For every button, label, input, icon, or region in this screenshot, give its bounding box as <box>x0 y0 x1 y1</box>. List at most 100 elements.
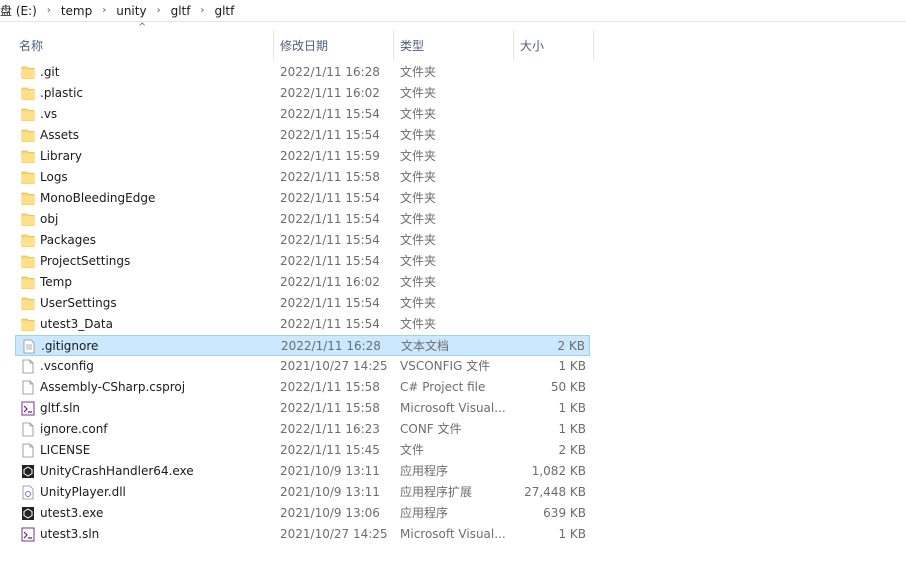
file-name: gltf.sln <box>40 401 81 415</box>
column-divider[interactable] <box>273 30 274 60</box>
file-row[interactable]: utest3.exe 2021/10/9 13:06 应用程序 639 KB <box>15 503 590 524</box>
file-date-modified: 2021/10/9 13:11 <box>280 464 380 478</box>
file-type: Microsoft Visual... <box>400 401 506 415</box>
file-type: 文件夹 <box>400 233 437 247</box>
breadcrumb-item[interactable]: unity <box>112 4 150 18</box>
file-row[interactable]: .git 2022/1/11 16:28 文件夹 <box>15 62 590 83</box>
folder-icon <box>21 233 35 248</box>
file-type: 文件夹 <box>400 296 437 310</box>
file-row[interactable]: ignore.conf 2022/1/11 16:23 CONF 文件 1 KB <box>15 419 590 440</box>
file-name: Library <box>40 149 82 163</box>
file-row[interactable]: Logs 2022/1/11 15:58 文件夹 <box>15 167 590 188</box>
file-icon <box>21 380 35 395</box>
file-date-modified: 2022/1/11 16:28 <box>280 65 380 79</box>
file-name: utest3.sln <box>40 527 100 541</box>
column-header-date[interactable]: 修改日期 <box>280 30 390 60</box>
file-row[interactable]: .vs 2022/1/11 15:54 文件夹 <box>15 104 590 125</box>
breadcrumb-item[interactable]: gltf <box>210 4 238 18</box>
file-type: 文件夹 <box>400 212 437 226</box>
file-date-modified: 2021/10/9 13:06 <box>280 506 380 520</box>
file-type: 文件夹 <box>400 317 437 331</box>
file-size: 2 KB <box>558 443 586 457</box>
file-date-modified: 2022/1/11 15:54 <box>280 212 380 226</box>
breadcrumb-item[interactable]: 盘 (E:) <box>0 2 41 19</box>
file-date-modified: 2022/1/11 16:28 <box>281 339 381 353</box>
file-row[interactable]: Assembly-CSharp.csproj 2022/1/11 15:58 C# … <box>15 377 590 398</box>
file-size: 2 KB <box>557 339 585 353</box>
chevron-right-icon[interactable]: › <box>41 5 57 16</box>
file-name: obj <box>40 212 59 226</box>
file-type: 文件夹 <box>400 275 437 289</box>
breadcrumb-item[interactable]: temp <box>57 4 96 18</box>
chevron-right-icon[interactable]: › <box>96 5 112 16</box>
chevron-right-icon[interactable]: › <box>151 5 167 16</box>
file-name: ignore.conf <box>40 422 108 436</box>
column-header-type[interactable]: 类型 <box>400 30 510 60</box>
column-header-size[interactable]: 大小 <box>520 30 590 60</box>
breadcrumb: 盘 (E:) › temp › unity › gltf › gltf <box>0 0 906 22</box>
file-type: 文本文档 <box>401 339 450 353</box>
file-size: 1 KB <box>558 422 586 436</box>
file-row[interactable]: Assets 2022/1/11 15:54 文件夹 <box>15 125 590 146</box>
column-header-date-label: 修改日期 <box>280 38 329 53</box>
file-row[interactable]: .plastic 2022/1/11 16:02 文件夹 <box>15 83 590 104</box>
file-row[interactable]: Packages 2022/1/11 15:54 文件夹 <box>15 230 590 251</box>
column-divider[interactable] <box>513 30 514 60</box>
folder-icon <box>21 296 35 311</box>
file-size: 27,448 KB <box>524 485 586 499</box>
file-row[interactable]: Library 2022/1/11 15:59 文件夹 <box>15 146 590 167</box>
file-date-modified: 2022/1/11 15:54 <box>280 128 380 142</box>
file-row[interactable]: LICENSE 2022/1/11 15:45 文件 2 KB <box>15 440 590 461</box>
file-date-modified: 2022/1/11 15:54 <box>280 296 380 310</box>
file-row[interactable]: UnityCrashHandler64.exe 2021/10/9 13:11 应用… <box>15 461 590 482</box>
file-row[interactable]: Temp 2022/1/11 16:02 文件夹 <box>15 272 590 293</box>
folder-icon <box>21 149 35 164</box>
text-file-icon <box>22 339 36 354</box>
file-name: MonoBleedingEdge <box>40 191 156 205</box>
dll-icon <box>21 485 35 500</box>
file-row[interactable]: ProjectSettings 2022/1/11 15:54 文件夹 <box>15 251 590 272</box>
file-row[interactable]: utest3.sln 2021/10/27 14:25 Microsoft Visu… <box>15 524 590 545</box>
column-divider[interactable] <box>593 30 594 60</box>
file-date-modified: 2022/1/11 15:58 <box>280 380 380 394</box>
file-size: 639 KB <box>543 506 586 520</box>
file-row[interactable]: UserSettings 2022/1/11 15:54 文件夹 <box>15 293 590 314</box>
file-size: 1 KB <box>558 359 586 373</box>
file-size: 50 KB <box>550 380 586 394</box>
unity-exe-icon <box>21 464 35 479</box>
file-type: VSCONFIG 文件 <box>400 359 491 373</box>
file-row[interactable]: UnityPlayer.dll 2021/10/9 13:11 应用程序扩展 27,4… <box>15 482 590 503</box>
file-row[interactable]: .vsconfig 2021/10/27 14:25 VSCONFIG 文件 1 KB <box>15 356 590 377</box>
chevron-right-icon[interactable]: › <box>194 5 210 16</box>
breadcrumb-item[interactable]: gltf <box>167 4 195 18</box>
folder-icon <box>21 170 35 185</box>
folder-icon <box>21 317 35 332</box>
file-name: .vs <box>40 107 58 121</box>
file-type: C# Project file <box>400 380 486 394</box>
file-type: CONF 文件 <box>400 422 462 436</box>
folder-icon <box>21 86 35 101</box>
file-row[interactable]: MonoBleedingEdge 2022/1/11 15:54 文件夹 <box>15 188 590 209</box>
column-header-name[interactable]: 名称 <box>19 30 271 60</box>
file-name: UserSettings <box>40 296 117 310</box>
file-type: 文件夹 <box>400 191 437 205</box>
folder-icon <box>21 191 35 206</box>
file-type: 应用程序扩展 <box>400 485 473 499</box>
file-date-modified: 2022/1/11 15:45 <box>280 443 380 457</box>
file-row[interactable]: .gitignore 2022/1/11 16:28 文本文档 2 KB <box>15 335 590 356</box>
file-icon <box>21 443 35 458</box>
file-type: 应用程序 <box>400 506 449 520</box>
file-date-modified: 2022/1/11 15:54 <box>280 233 380 247</box>
file-row[interactable]: obj 2022/1/11 15:54 文件夹 <box>15 209 590 230</box>
column-header: ^ 名称 修改日期 类型 大小 <box>0 22 906 60</box>
file-type: 文件 <box>400 443 425 457</box>
file-date-modified: 2022/1/11 15:54 <box>280 107 380 121</box>
file-name: .vsconfig <box>40 359 94 373</box>
file-date-modified: 2021/10/9 13:11 <box>280 485 380 499</box>
column-divider[interactable] <box>393 30 394 60</box>
file-name: .gitignore <box>41 339 99 353</box>
file-type: 文件夹 <box>400 128 437 142</box>
file-date-modified: 2022/1/11 16:02 <box>280 86 380 100</box>
file-row[interactable]: utest3_Data 2022/1/11 15:54 文件夹 <box>15 314 590 335</box>
file-row[interactable]: gltf.sln 2022/1/11 15:58 Microsoft Visual.… <box>15 398 590 419</box>
